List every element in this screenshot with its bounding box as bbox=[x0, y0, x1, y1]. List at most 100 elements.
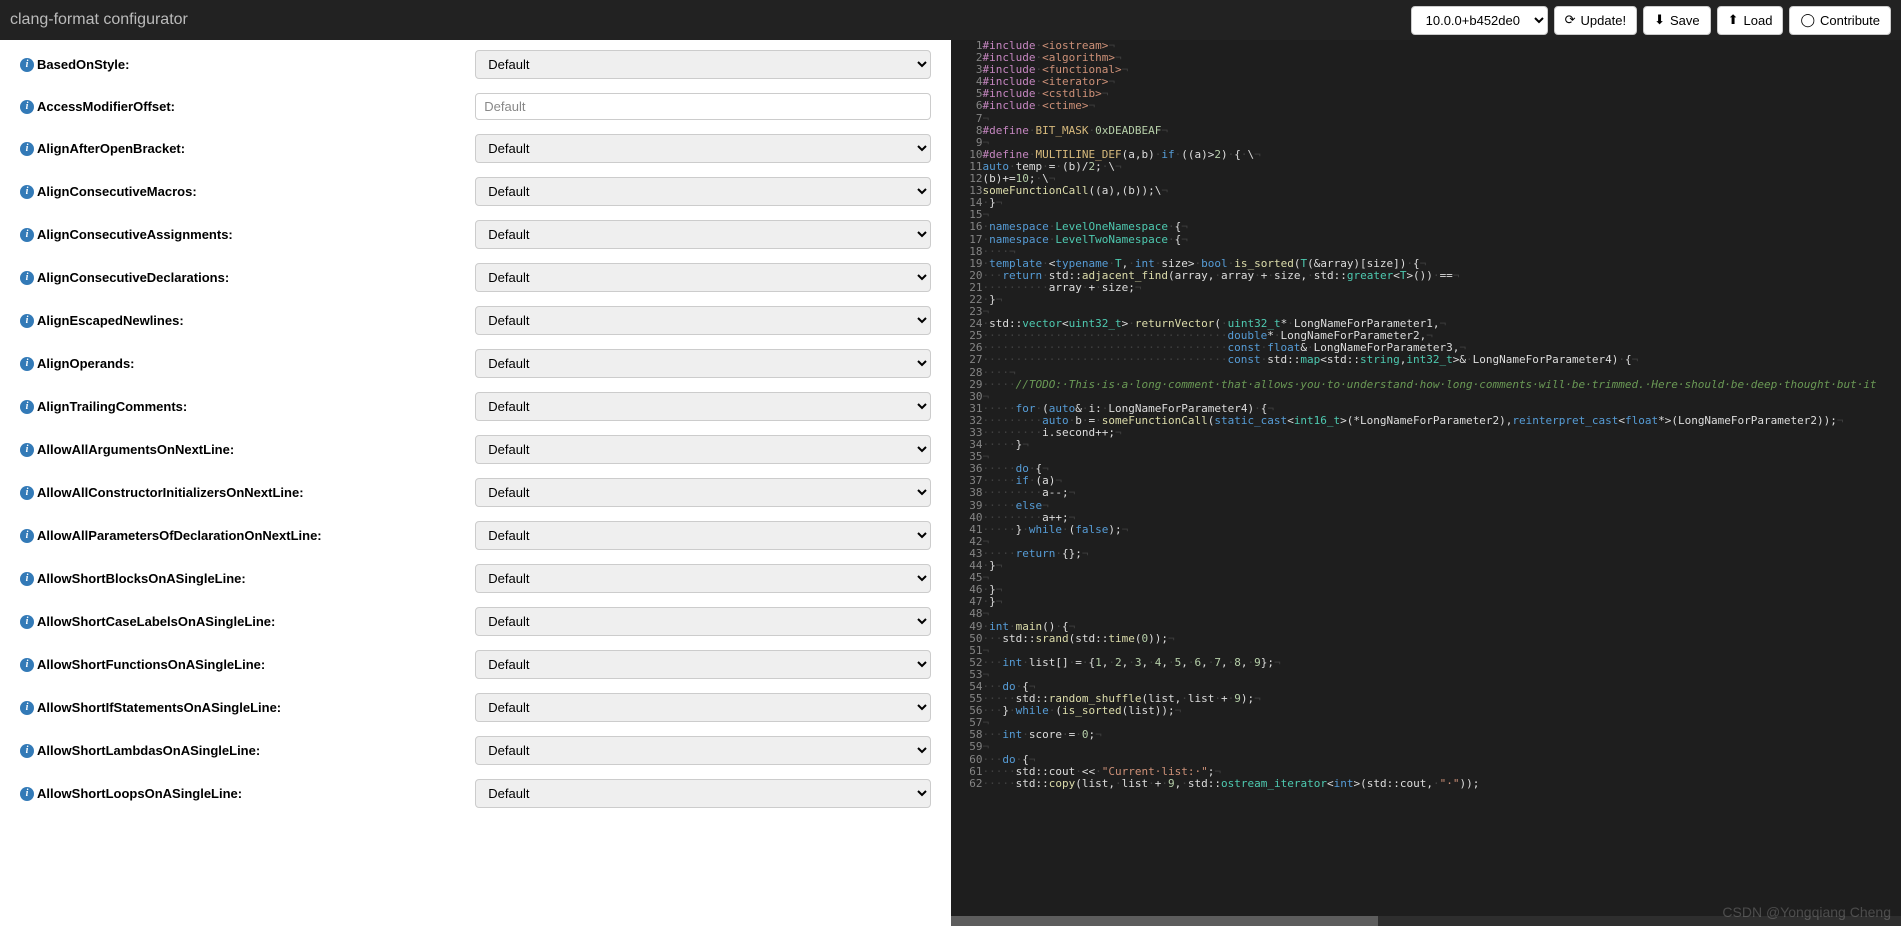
info-icon[interactable]: i bbox=[20, 100, 34, 114]
code-line: someFunctionCall((a),(b));\¬ bbox=[983, 185, 1901, 197]
code-line: ·namespace·LevelTwoNamespace·{¬ bbox=[983, 234, 1901, 246]
option-input-wrapper bbox=[475, 93, 930, 120]
update-button[interactable]: ⟳Update! bbox=[1554, 6, 1637, 35]
info-icon[interactable]: i bbox=[20, 701, 34, 715]
top-bar: clang-format configurator 10.0.0+b452de0… bbox=[0, 0, 1901, 40]
option-row: i AlignAfterOpenBracket:Default bbox=[20, 134, 931, 163]
option-select[interactable]: Default bbox=[475, 650, 930, 679]
code-line: #define·BIT_MASK·0xDEADBEAF¬ bbox=[983, 125, 1901, 137]
line-number: 61 bbox=[951, 766, 983, 778]
option-select[interactable]: Default bbox=[475, 177, 930, 206]
contribute-button[interactable]: ◯Contribute bbox=[1789, 6, 1891, 35]
option-select[interactable]: Default bbox=[475, 693, 930, 722]
option-row: i AllowShortBlocksOnASingleLine:Default bbox=[20, 564, 931, 593]
option-row: i AccessModifierOffset: bbox=[20, 93, 931, 120]
options-panel: i BasedOnStyle:Defaulti AccessModifierOf… bbox=[0, 40, 951, 926]
main-area: i BasedOnStyle:Defaulti AccessModifierOf… bbox=[0, 40, 1901, 926]
option-select[interactable]: Default bbox=[475, 392, 930, 421]
option-label: i BasedOnStyle: bbox=[20, 57, 475, 72]
option-input-wrapper: Default bbox=[475, 650, 930, 679]
load-button[interactable]: ⬆Load bbox=[1717, 6, 1784, 35]
info-icon[interactable]: i bbox=[20, 787, 34, 801]
info-icon[interactable]: i bbox=[20, 271, 34, 285]
line-number: 39 bbox=[951, 500, 983, 512]
option-label: i AllowShortFunctionsOnASingleLine: bbox=[20, 657, 475, 672]
info-icon[interactable]: i bbox=[20, 658, 34, 672]
info-icon[interactable]: i bbox=[20, 486, 34, 500]
code-line: ¬ bbox=[983, 536, 1901, 548]
option-input-wrapper: Default bbox=[475, 564, 930, 593]
code-line: #include·<cstdlib>¬ bbox=[983, 88, 1901, 100]
option-label: i AlignConsecutiveAssignments: bbox=[20, 227, 475, 242]
info-icon[interactable]: i bbox=[20, 58, 34, 72]
option-label: i AllowShortCaseLabelsOnASingleLine: bbox=[20, 614, 475, 629]
info-icon[interactable]: i bbox=[20, 572, 34, 586]
code-line: ·····std::copy(list,·list·+·9,·std::ostr… bbox=[983, 778, 1901, 790]
code-line: ·}¬ bbox=[983, 584, 1901, 596]
line-number: 38 bbox=[951, 487, 983, 499]
code-line: #include·<ctime>¬ bbox=[983, 100, 1901, 112]
info-icon[interactable]: i bbox=[20, 400, 34, 414]
info-icon[interactable]: i bbox=[20, 142, 34, 156]
info-icon[interactable]: i bbox=[20, 443, 34, 457]
code-line: auto·temp·=·(b)/2;·\¬ bbox=[983, 161, 1901, 173]
info-icon[interactable]: i bbox=[20, 357, 34, 371]
save-button[interactable]: ⬇Save bbox=[1643, 6, 1711, 35]
line-number: 60 bbox=[951, 754, 983, 766]
option-input-wrapper: Default bbox=[475, 349, 930, 378]
option-select[interactable]: Default bbox=[475, 50, 930, 79]
code-line: ···}·while·(is_sorted(list));¬ bbox=[983, 705, 1901, 717]
option-row: i AllowShortLoopsOnASingleLine:Default bbox=[20, 779, 931, 808]
watermark: CSDN @Yongqiang Cheng bbox=[1722, 904, 1891, 920]
info-icon[interactable]: i bbox=[20, 529, 34, 543]
line-number: 6 bbox=[951, 100, 983, 112]
info-icon[interactable]: i bbox=[20, 615, 34, 629]
line-number: 8 bbox=[951, 125, 983, 137]
info-icon[interactable]: i bbox=[20, 314, 34, 328]
option-select[interactable]: Default bbox=[475, 435, 930, 464]
scrollbar-thumb[interactable] bbox=[951, 916, 1379, 926]
toolbar-buttons: 10.0.0+b452de0 ⟳Update! ⬇Save ⬆Load ◯Con… bbox=[1411, 6, 1891, 35]
option-label: i AccessModifierOffset: bbox=[20, 99, 475, 114]
option-select[interactable]: Default bbox=[475, 521, 930, 550]
option-select[interactable]: Default bbox=[475, 134, 930, 163]
option-select[interactable]: Default bbox=[475, 779, 930, 808]
option-input-wrapper: Default bbox=[475, 134, 930, 163]
line-number: 7 bbox=[951, 113, 983, 125]
option-row: i AllowShortCaseLabelsOnASingleLine:Defa… bbox=[20, 607, 931, 636]
option-select[interactable]: Default bbox=[475, 306, 930, 335]
option-select[interactable]: Default bbox=[475, 607, 930, 636]
info-icon[interactable]: i bbox=[20, 744, 34, 758]
code-line: ·····································con… bbox=[983, 354, 1901, 366]
option-label: i AllowShortLambdasOnASingleLine: bbox=[20, 743, 475, 758]
code-line: ·····if·(a)¬ bbox=[983, 475, 1901, 487]
code-line: ¬ bbox=[983, 572, 1901, 584]
code-line: ·····do·{¬ bbox=[983, 463, 1901, 475]
option-input-wrapper: Default bbox=[475, 50, 930, 79]
line-number: 50 bbox=[951, 633, 983, 645]
option-label: i AllowAllArgumentsOnNextLine: bbox=[20, 442, 475, 457]
option-select[interactable]: Default bbox=[475, 220, 930, 249]
option-row: i AllowShortLambdasOnASingleLine:Default bbox=[20, 736, 931, 765]
line-number: 40 bbox=[951, 512, 983, 524]
option-select[interactable]: Default bbox=[475, 736, 930, 765]
option-input-wrapper: Default bbox=[475, 478, 930, 507]
code-line: #include·<iterator>¬ bbox=[983, 76, 1901, 88]
version-select[interactable]: 10.0.0+b452de0 bbox=[1411, 6, 1548, 35]
code-line: ·····else¬ bbox=[983, 500, 1901, 512]
info-icon[interactable]: i bbox=[20, 228, 34, 242]
option-row: i AllowAllArgumentsOnNextLine:Default bbox=[20, 435, 931, 464]
code-line: ···int·list[]·=·{1,·2,·3,·4,·5,·6,·7,·8,… bbox=[983, 657, 1901, 669]
code-line: ¬ bbox=[983, 717, 1901, 729]
option-input[interactable] bbox=[475, 93, 930, 120]
refresh-icon: ⟳ bbox=[1565, 12, 1576, 28]
code-preview: 1#include·<iostream>¬2#include·<algorith… bbox=[951, 40, 1901, 926]
option-select[interactable]: Default bbox=[475, 263, 930, 292]
code-line: ·····}¬ bbox=[983, 439, 1901, 451]
line-number: 49 bbox=[951, 621, 983, 633]
option-select[interactable]: Default bbox=[475, 564, 930, 593]
option-select[interactable]: Default bbox=[475, 478, 930, 507]
option-select[interactable]: Default bbox=[475, 349, 930, 378]
info-icon[interactable]: i bbox=[20, 185, 34, 199]
option-row: i AlignConsecutiveAssignments:Default bbox=[20, 220, 931, 249]
